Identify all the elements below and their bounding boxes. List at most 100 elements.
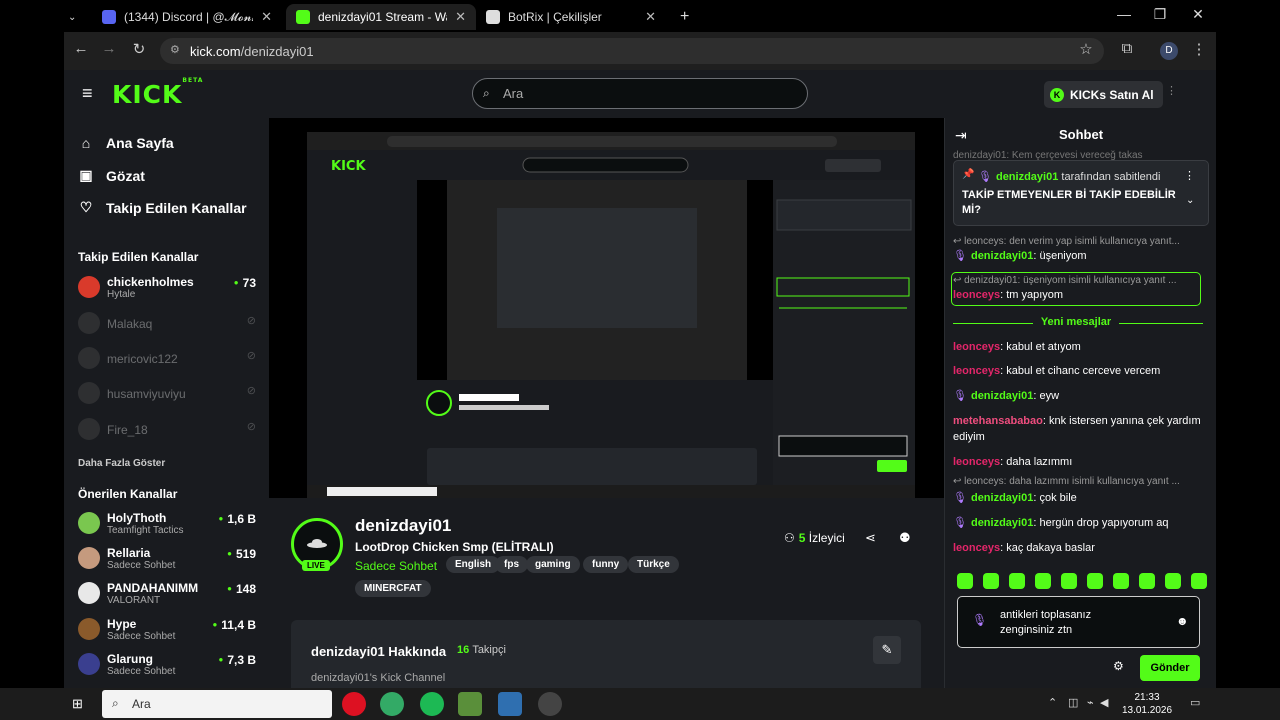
recommended-channel[interactable]: RellariaSadece Sohbet 519 (78, 545, 256, 573)
tray-chevron-icon[interactable]: ⌃ (1048, 696, 1057, 709)
minimize-icon[interactable]: — (1106, 6, 1142, 22)
followed-channel[interactable]: husamviyuviyu ⊘ (78, 380, 256, 408)
recommended-channel[interactable]: GlarungSadece Sohbet 7,3 B (78, 651, 256, 679)
bookmark-star-icon[interactable]: ☆ (1075, 40, 1097, 58)
opera-icon[interactable] (342, 692, 366, 716)
close-icon[interactable]: ✕ (455, 9, 466, 25)
tag[interactable]: fps (495, 556, 528, 573)
forward-icon[interactable]: → (98, 40, 120, 57)
hamburger-menu-icon[interactable]: ≡ (82, 83, 93, 104)
show-more-link[interactable]: Daha Fazla Göster (78, 458, 165, 469)
new-tab-button[interactable]: + (670, 4, 699, 30)
tray-app-icon[interactable]: ◫ (1068, 696, 1078, 709)
site-info-icon[interactable]: ⚙ (170, 43, 180, 56)
reload-icon[interactable]: ↻ (128, 40, 150, 58)
emoji-icon[interactable]: ☻ (1176, 614, 1189, 628)
chat-message[interactable]: leonceys: kaç dakaya baslar (953, 540, 1209, 556)
tab-kick[interactable]: denizdayi01 Stream - Watch Liv ✕ (286, 4, 476, 30)
kick-logo[interactable]: KICKBETA (112, 77, 203, 109)
spotify-icon[interactable] (420, 692, 444, 716)
followed-channel[interactable]: mericovic122 ⊘ (78, 345, 256, 373)
chat-message[interactable]: 🎙 denizdayi01: hergün drop yapıyorum aq (953, 515, 1209, 531)
address-bar[interactable]: ⚙ kick.com/denizdayi01 (160, 38, 1104, 64)
emote-icon[interactable] (1035, 573, 1051, 589)
tag[interactable]: funny (583, 556, 629, 573)
chat-message[interactable]: 🎙 denizdayi01: üşeniyom (953, 248, 1209, 264)
network-icon[interactable]: ⌁ (1087, 696, 1094, 709)
chat-message[interactable]: 🎙 denizdayi01: eyw (953, 388, 1209, 404)
pinned-message[interactable]: 📌 🎙 denizdayi01 tarafından sabitlendi TAK… (953, 160, 1209, 226)
tab-botrix[interactable]: BotRix | Çekilişler ✕ (476, 4, 666, 30)
clock[interactable]: 21:33 13.01.2026 (1112, 691, 1182, 717)
chat-user[interactable]: leonceys (953, 365, 1000, 377)
chat-user[interactable]: leonceys (953, 542, 1000, 554)
restore-icon[interactable]: ❐ (1142, 6, 1178, 23)
emote-icon[interactable] (957, 573, 973, 589)
profile-avatar[interactable]: D (1160, 42, 1178, 60)
chat-user[interactable]: denizdayi01 (971, 250, 1033, 262)
emote-icon[interactable] (1087, 573, 1103, 589)
pin-menu-icon[interactable]: ⋮ (1184, 169, 1195, 182)
emote-icon[interactable] (1113, 573, 1129, 589)
tag[interactable]: MINERCFAT (355, 580, 431, 597)
emote-icon[interactable] (1009, 573, 1025, 589)
extensions-icon[interactable]: ⧉ (1116, 40, 1138, 57)
buy-kicks-button[interactable]: K KICKs Satın Al (1044, 81, 1163, 108)
tab-search-icon[interactable]: ⌄ (68, 4, 80, 30)
app-icon[interactable] (498, 692, 522, 716)
follow-user-icon[interactable]: ⚉ (899, 530, 911, 546)
more-menu-icon[interactable]: ⋮ (1166, 84, 1177, 97)
followed-channel[interactable]: chickenholmes Hytale 73 (78, 274, 256, 302)
close-icon[interactable]: ✕ (645, 9, 656, 25)
sidebar-item-home[interactable]: ⌂ Ana Sayfa (78, 135, 174, 151)
chrome-icon[interactable] (380, 692, 404, 716)
chat-user[interactable]: leonceys (953, 456, 1000, 468)
recommended-channel[interactable]: HolyThothTeamfight Tactics 1,6 B (78, 510, 256, 538)
stream-category[interactable]: Sadece Sohbet (355, 559, 437, 573)
back-icon[interactable]: ← (70, 40, 92, 57)
chat-message[interactable]: leonceys: kabul et cihanc cerceve vercem (953, 363, 1209, 379)
search-input[interactable]: ⌕ Ara (472, 78, 808, 109)
sidebar-item-following[interactable]: ♡ Takip Edilen Kanallar (78, 199, 247, 216)
chat-user[interactable]: denizdayi01 (971, 492, 1033, 504)
emote-icon[interactable] (983, 573, 999, 589)
volume-icon[interactable]: ◀ (1100, 696, 1108, 709)
notification-icon[interactable]: ▭ (1190, 696, 1200, 709)
send-button[interactable]: Gönder (1140, 655, 1200, 681)
obs-icon[interactable] (538, 692, 562, 716)
chat-message[interactable]: leonceys: daha lazımmı (953, 454, 1209, 470)
taskbar-search[interactable]: ⌕ Ara (102, 690, 332, 718)
chat-message[interactable]: metehansababao: knk istersen yanına çek … (953, 413, 1209, 445)
followed-channel[interactable]: Fire_18 ⊘ (78, 416, 256, 444)
recommended-channel[interactable]: HypeSadece Sohbet 11,4 B (78, 616, 256, 644)
share-icon[interactable]: ⋖ (865, 530, 876, 546)
streamer-name[interactable]: denizdayi01 (355, 516, 451, 536)
chat-user[interactable]: metehansababao (953, 415, 1043, 427)
chat-message[interactable]: 🎙 denizdayi01: çok bile (953, 490, 1209, 506)
followed-channel[interactable]: Malakaq ⊘ (78, 310, 256, 338)
close-icon[interactable]: ✕ (261, 9, 272, 25)
windows-start-icon[interactable]: ⊞ (72, 696, 83, 712)
chevron-down-icon[interactable]: ⌄ (1186, 195, 1194, 206)
chat-user[interactable]: denizdayi01 (971, 517, 1033, 529)
close-window-icon[interactable]: ✕ (1180, 6, 1216, 23)
emote-icon[interactable] (1165, 573, 1181, 589)
tab-discord[interactable]: (1344) Discord | @𝓜𝓸𝓷𝓴𝓮𝔂 𝓓 ✕ (92, 4, 282, 30)
tag[interactable]: gaming (526, 556, 580, 573)
gear-icon[interactable]: ⚙ (1113, 659, 1124, 673)
emote-icon[interactable] (1061, 573, 1077, 589)
emote-icon[interactable] (1139, 573, 1155, 589)
chat-user[interactable]: denizdayi01 (971, 390, 1033, 402)
chat-message[interactable]: leonceys: kabul et atıyom (953, 339, 1209, 355)
emote-icon[interactable] (1191, 573, 1207, 589)
chat-user[interactable]: leonceys (953, 289, 1000, 301)
minecraft-icon[interactable] (458, 692, 482, 716)
recommended-channel[interactable]: PANDAHANIMMVALORANT 148 (78, 580, 256, 608)
sidebar-item-browse[interactable]: ▣ Gözat (78, 167, 145, 184)
chat-input[interactable]: 🎙 antikleri toplasanız zenginsiniz ztn ☻ (957, 596, 1200, 648)
menu-dots-icon[interactable]: ⋮ (1188, 40, 1210, 58)
tag[interactable]: English (446, 556, 501, 573)
chat-message[interactable]: leonceys: tm yapıyom (953, 287, 1209, 303)
tag[interactable]: Türkçe (628, 556, 679, 573)
video-player[interactable]: KICK (269, 118, 944, 498)
